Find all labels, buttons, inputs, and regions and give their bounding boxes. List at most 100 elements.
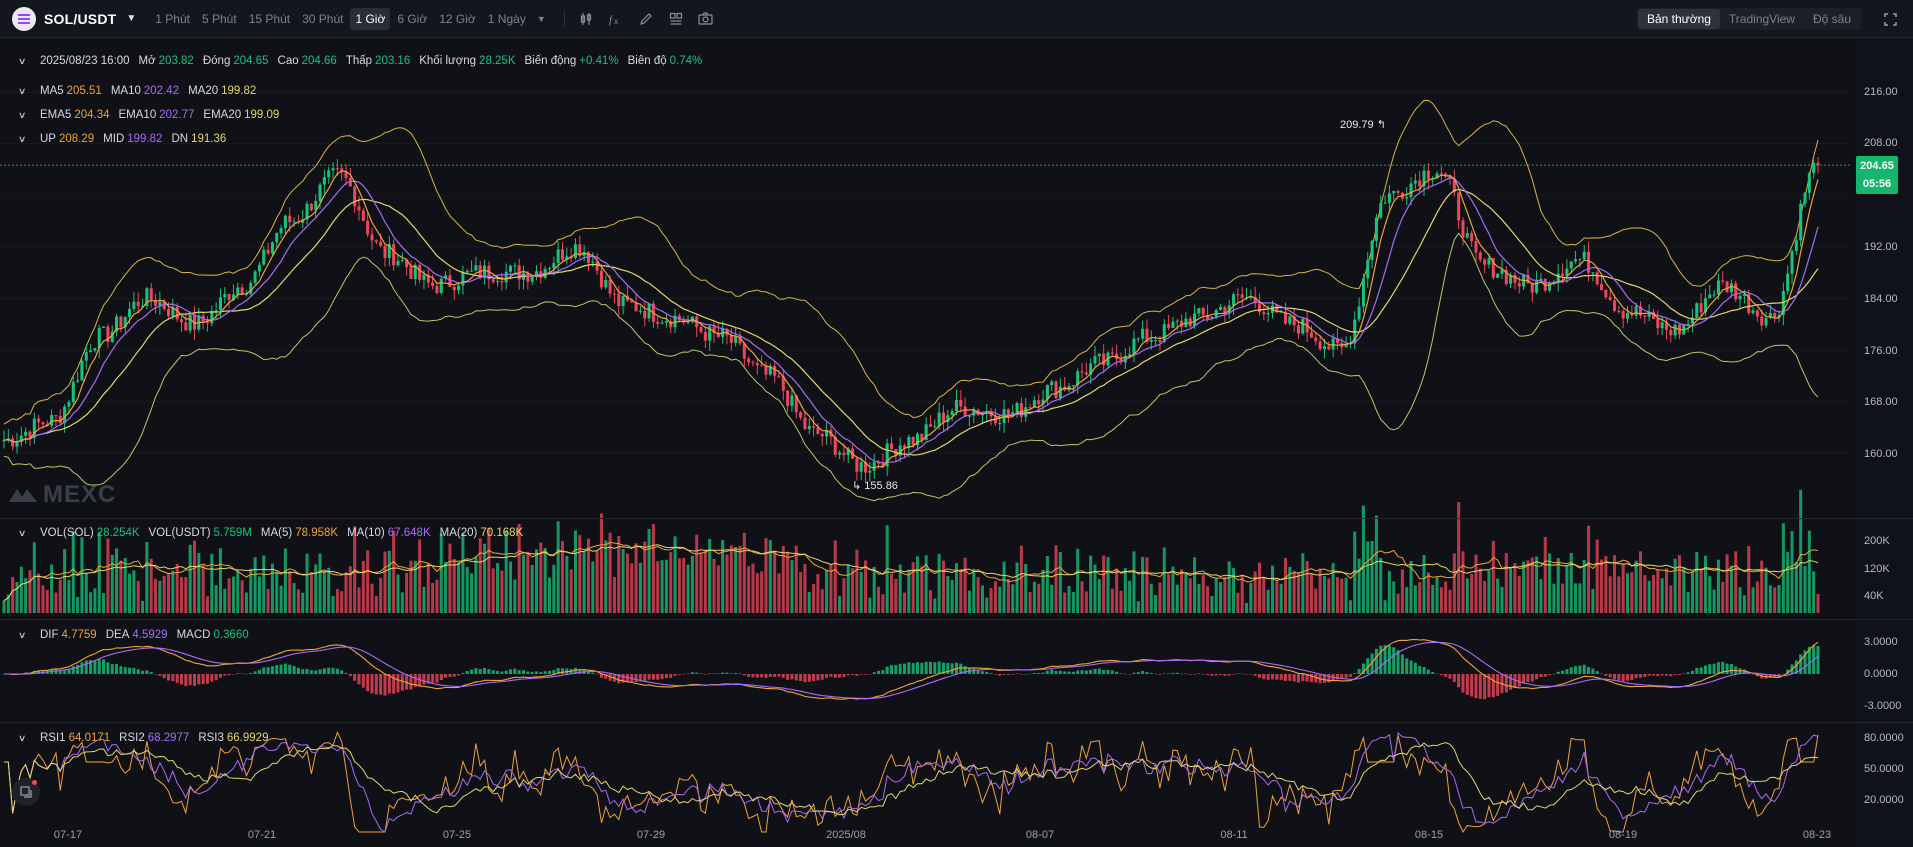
boll-upper-line <box>3 99 1819 425</box>
view-tab-0[interactable]: Bản thường <box>1637 9 1720 29</box>
macd-histogram-bar <box>1509 674 1513 690</box>
volume-bar <box>1682 567 1686 613</box>
macd-histogram-bar <box>110 663 114 674</box>
macd-histogram-bar <box>396 674 400 693</box>
candle <box>612 293 616 295</box>
symbol-name[interactable]: SOL/USDT <box>44 11 116 27</box>
interval-3[interactable]: 30 Phút <box>297 8 348 30</box>
interval-6[interactable]: 12 Giờ <box>434 8 481 30</box>
candle <box>1738 295 1742 300</box>
fullscreen-icon[interactable] <box>1879 8 1901 30</box>
boll-up-value: 208.29 <box>58 133 95 145</box>
volume-bar <box>816 574 820 613</box>
macd-histogram-bar <box>643 674 647 682</box>
macd-histogram-bar <box>1115 671 1119 674</box>
volume-bar <box>45 589 49 613</box>
candle <box>50 414 54 426</box>
macd-histogram-bar <box>179 674 184 685</box>
volume-bar <box>1535 556 1539 613</box>
volume-bar <box>1625 573 1630 613</box>
candle <box>309 203 313 211</box>
volume-bar <box>1106 557 1110 613</box>
volume-bar <box>1361 505 1365 613</box>
candle <box>1561 273 1565 276</box>
candle <box>1794 240 1798 251</box>
view-tab-1[interactable]: TradingView <box>1720 9 1804 29</box>
interval-5[interactable]: 6 Giờ <box>392 8 432 30</box>
candle <box>699 327 703 332</box>
macd-histogram-bar <box>664 674 668 679</box>
volume-label: Khối lượng <box>419 55 477 67</box>
rsi2-label: RSI2 <box>119 732 145 744</box>
chart-settings-button[interactable] <box>12 778 40 806</box>
collapse-chevron-icon[interactable]: ∨ <box>18 56 36 67</box>
volume-bar <box>1422 555 1426 613</box>
vol-usdt-value: 5.759M <box>213 527 252 539</box>
camera-icon[interactable] <box>691 4 721 34</box>
candle <box>1439 173 1443 175</box>
price-tick: 184.00 <box>1864 293 1898 305</box>
interval-2[interactable]: 15 Phút <box>244 8 295 30</box>
indicator-fx-icon[interactable]: fx <box>601 4 631 34</box>
interval-4[interactable]: 1 Giờ <box>350 7 391 30</box>
volume-bar <box>1283 557 1288 613</box>
volume-bar <box>1513 563 1517 613</box>
macd-histogram-bar <box>699 673 703 674</box>
volume-bar <box>141 600 145 613</box>
candle <box>158 301 162 306</box>
volume-bar <box>1448 589 1452 613</box>
volume-bar <box>1500 586 1504 613</box>
volume-bar <box>123 557 127 613</box>
candle <box>1591 272 1595 274</box>
volume-bar <box>716 565 720 613</box>
macd-histogram-bar <box>1028 673 1032 675</box>
symbol-dropdown-icon[interactable]: ▼ <box>126 13 136 24</box>
layout-grid-icon[interactable] <box>661 4 691 34</box>
interval-7[interactable]: 1 Ngày <box>483 8 531 30</box>
macd-histogram-bar <box>993 674 997 675</box>
macd-histogram-bar <box>1673 674 1677 675</box>
interval-1[interactable]: 5 Phút <box>197 8 242 30</box>
kline-chart[interactable] <box>0 38 1913 847</box>
collapse-chevron-icon[interactable]: ∨ <box>18 134 36 145</box>
candle <box>1132 338 1136 355</box>
candle-type-icon[interactable] <box>571 4 601 34</box>
macd-histogram-bar <box>504 670 508 674</box>
macd-histogram-bar <box>1422 667 1426 674</box>
collapse-chevron-icon[interactable]: ∨ <box>18 528 36 539</box>
volume-bar <box>1816 594 1820 613</box>
volume-bar <box>84 572 88 613</box>
macd-histogram-bar <box>933 662 937 674</box>
volume-bar <box>1019 545 1023 613</box>
volume-bar <box>1729 565 1733 613</box>
volume-bar <box>1444 581 1448 613</box>
collapse-chevron-icon[interactable]: ∨ <box>18 630 36 641</box>
draw-pen-icon[interactable] <box>631 4 661 34</box>
interval-more-icon[interactable]: ▼ <box>537 14 546 24</box>
collapse-chevron-icon[interactable]: ∨ <box>18 733 36 744</box>
interval-0[interactable]: 1 Phút <box>150 8 195 30</box>
macd-histogram-bar <box>1574 666 1578 674</box>
macd-histogram-bar <box>1214 674 1218 676</box>
volume-bar <box>1387 571 1391 613</box>
macd-histogram-bar <box>656 674 660 680</box>
macd-histogram-bar <box>322 668 326 674</box>
macd-histogram-bar <box>898 663 902 674</box>
candle <box>868 470 872 473</box>
macd-histogram-bar <box>963 666 967 674</box>
ema-legend: ∨ EMA5 204.34 EMA10 202.77 EMA20 199.09 <box>0 109 288 121</box>
macd-histogram-bar <box>972 668 976 674</box>
candle <box>509 265 513 272</box>
volume-bar <box>742 532 746 613</box>
collapse-chevron-icon[interactable]: ∨ <box>18 110 36 121</box>
view-tab-2[interactable]: Độ sâu <box>1804 9 1860 29</box>
volume-bar <box>1262 578 1266 613</box>
macd-histogram-bar <box>790 674 794 680</box>
candle <box>1383 202 1387 204</box>
volume-bar <box>1465 578 1469 613</box>
collapse-chevron-icon[interactable]: ∨ <box>18 86 36 97</box>
last-price-tag: 204.65 05:56 <box>1856 156 1898 194</box>
macd-histogram-bar <box>1245 674 1249 675</box>
ohlc-legend: ∨ 2025/08/23 16:00 Mở 203.82 Đóng 204.65 C… <box>0 55 711 67</box>
candle <box>1721 280 1725 282</box>
